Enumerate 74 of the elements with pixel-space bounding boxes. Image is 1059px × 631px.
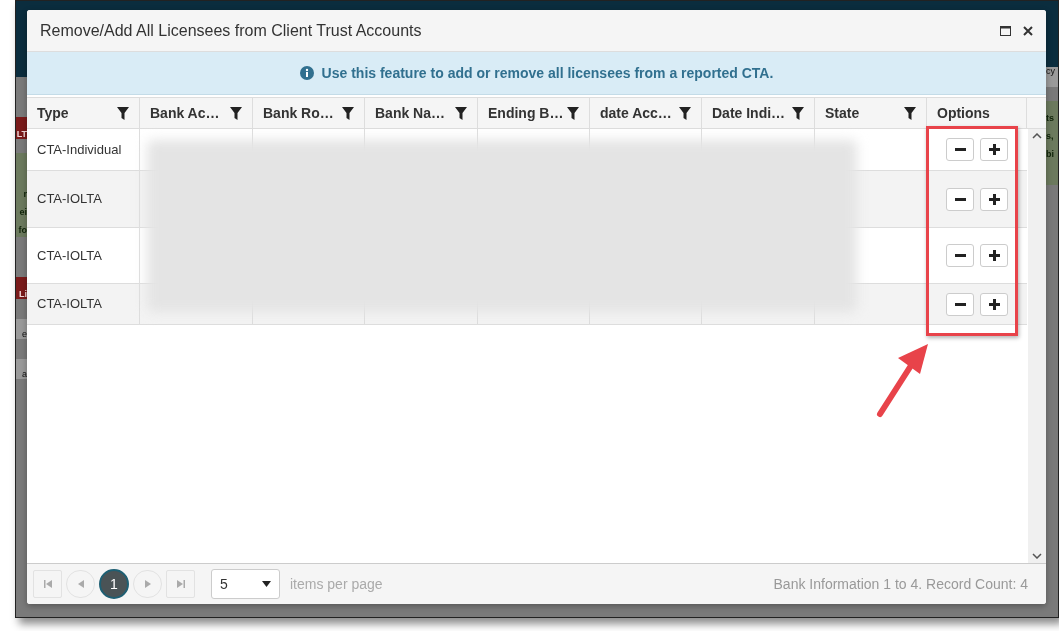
last-page-icon xyxy=(176,580,185,588)
minus-icon xyxy=(954,197,966,201)
filter-icon[interactable] xyxy=(567,106,579,120)
plus-icon xyxy=(988,144,1000,155)
column-label: date Acc… xyxy=(600,103,672,123)
add-button[interactable] xyxy=(980,244,1008,267)
remove-button[interactable] xyxy=(946,138,974,161)
page-text: cy xyxy=(1046,67,1055,76)
column-header[interactable]: State xyxy=(815,98,927,128)
page-text: a xyxy=(22,370,27,379)
column-header[interactable]: Bank Ro… xyxy=(253,98,365,128)
page-size-dropdown[interactable]: 5 xyxy=(211,569,280,599)
table-cell-text: CTA-Individual xyxy=(37,140,122,159)
filter-icon[interactable] xyxy=(679,106,691,120)
add-button[interactable] xyxy=(980,292,1008,316)
page-button[interactable]: 1 xyxy=(99,569,129,599)
maximize-icon[interactable] xyxy=(1000,25,1011,36)
remove-button[interactable] xyxy=(946,292,974,316)
plus-icon xyxy=(988,298,1000,310)
column-label: Bank Na… xyxy=(375,103,446,123)
column-header[interactable]: Options xyxy=(927,98,1027,128)
minus-icon xyxy=(954,254,966,257)
plus-icon xyxy=(988,250,1000,261)
column-label: Options xyxy=(937,103,990,123)
banner-text: LT xyxy=(16,130,27,139)
next-icon xyxy=(144,580,151,588)
column-header[interactable]: date Acc… xyxy=(590,98,702,128)
column-header[interactable]: Bank Na… xyxy=(365,98,478,128)
info-text: Use this feature to add or remove all licensees from a reported CTA. xyxy=(321,63,774,83)
scroll-down-icon[interactable] xyxy=(1032,553,1042,559)
page-text: e xyxy=(22,330,27,339)
table-cell-text: CTA-IOLTA xyxy=(37,246,102,265)
note-text: bi xyxy=(1046,148,1054,161)
page-size-label: items per page xyxy=(290,574,383,594)
note-text: s, xyxy=(1046,130,1054,143)
info-icon xyxy=(299,66,314,80)
column-label: Type xyxy=(37,103,69,123)
column-header[interactable]: Ending B… xyxy=(478,98,590,128)
filter-icon[interactable] xyxy=(792,106,804,120)
previous-icon xyxy=(77,580,84,588)
column-header[interactable]: Type xyxy=(27,98,140,128)
table-cell-text: CTA-IOLTA xyxy=(37,295,102,314)
banner-text: Li xyxy=(19,290,27,299)
scrollbar[interactable] xyxy=(1028,129,1046,563)
column-label: Date Indi… xyxy=(712,103,786,123)
filter-icon[interactable] xyxy=(455,106,467,120)
filter-icon[interactable] xyxy=(117,106,129,120)
column-header[interactable]: Bank Ac… xyxy=(140,98,253,128)
remove-button[interactable] xyxy=(946,187,974,211)
minus-icon xyxy=(954,302,966,306)
remove-button[interactable] xyxy=(946,244,974,267)
minus-icon xyxy=(954,148,966,151)
add-button[interactable] xyxy=(980,187,1008,211)
caret-icon xyxy=(262,581,271,587)
record-summary: Bank Information 1 to 4. Record Count: 4 xyxy=(773,574,1028,594)
filter-icon[interactable] xyxy=(904,106,916,120)
note-text: r xyxy=(23,188,27,201)
add-button[interactable] xyxy=(980,138,1008,161)
note-text: ts xyxy=(1046,112,1054,125)
column-label: Ending B… xyxy=(488,103,564,123)
dialog-title: Remove/Add All Licensees from Client Trust Accounts xyxy=(40,20,423,41)
column-header[interactable]: Date Indi… xyxy=(702,98,815,128)
table-cell-text: CTA-IOLTA xyxy=(37,190,102,209)
filter-icon[interactable] xyxy=(342,106,354,120)
close-icon[interactable] xyxy=(1023,25,1033,36)
column-label: State xyxy=(825,103,860,123)
scroll-up-icon[interactable] xyxy=(1032,133,1042,139)
filter-icon[interactable] xyxy=(230,106,242,120)
column-label: Bank Ro… xyxy=(263,103,334,123)
first-page-icon xyxy=(43,580,52,588)
note-text: fo xyxy=(18,224,27,237)
column-label: Bank Ac… xyxy=(150,103,220,123)
plus-icon xyxy=(988,193,1000,205)
note-text: ei xyxy=(19,206,27,219)
